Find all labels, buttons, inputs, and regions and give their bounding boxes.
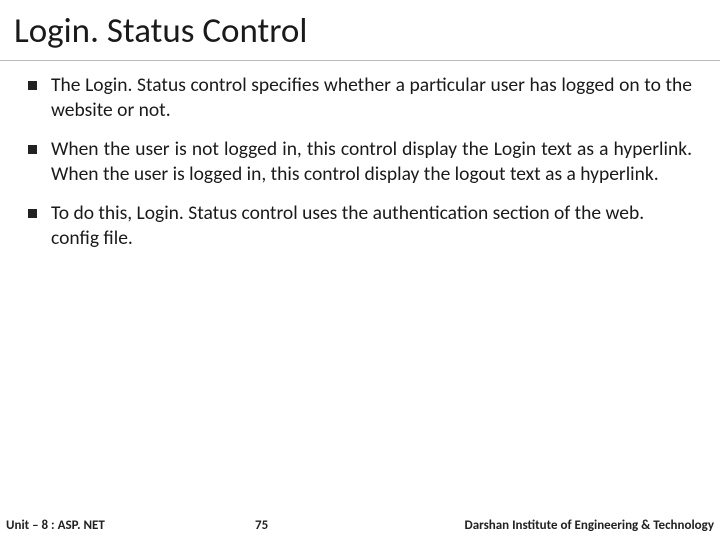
footer-institute: Darshan Institute of Engineering & Techn… [465, 518, 715, 533]
list-item: The Login. Status control specifies whet… [28, 73, 692, 123]
footer-unit: Unit – 8 : ASP. NET [6, 518, 105, 533]
slide-content: The Login. Status control specifies whet… [0, 61, 720, 251]
slide-title: Login. Status Control [0, 0, 720, 61]
bullet-text: The Login. Status control specifies whet… [51, 73, 692, 123]
bullet-text: When the user is not logged in, this con… [51, 137, 692, 187]
slide-footer: Unit – 8 : ASP. NET 75 Darshan Institute… [0, 514, 720, 540]
list-item: To do this, Login. Status control uses t… [28, 201, 692, 251]
bullet-square-icon [28, 145, 37, 154]
list-item: When the user is not logged in, this con… [28, 137, 692, 187]
bullet-square-icon [28, 81, 37, 90]
footer-page-number: 75 [255, 518, 268, 533]
bullet-square-icon [28, 209, 37, 218]
bullet-text: To do this, Login. Status control uses t… [51, 201, 692, 251]
